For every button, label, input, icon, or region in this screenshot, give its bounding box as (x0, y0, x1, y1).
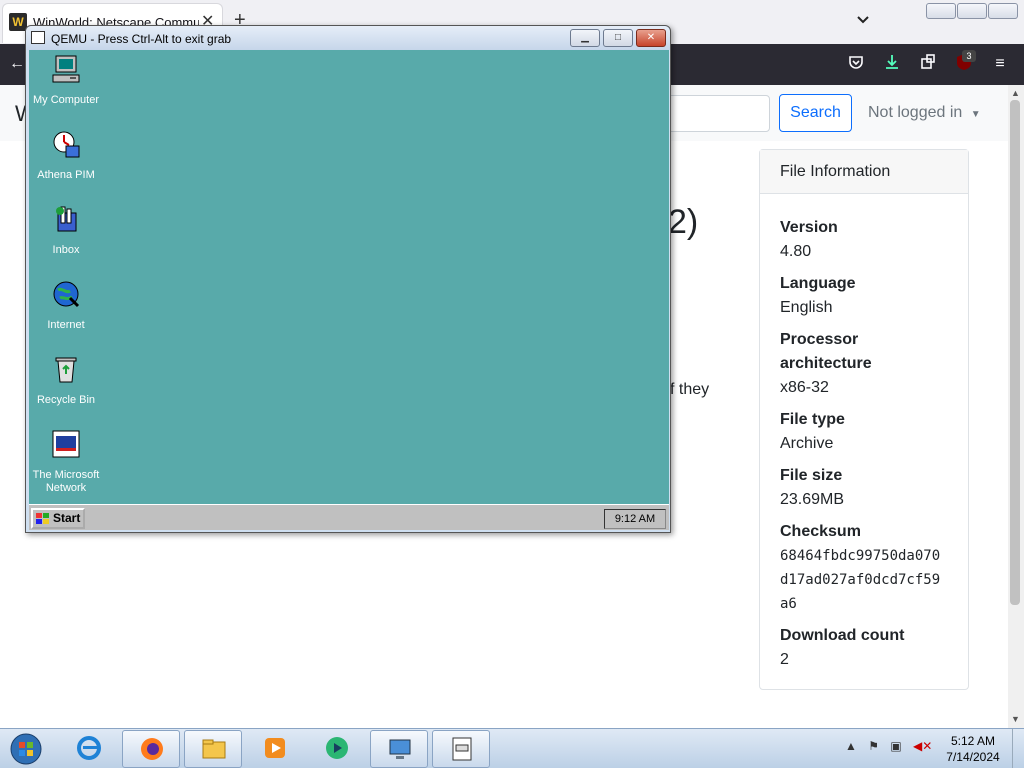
scroll-down-icon[interactable]: ▼ (1011, 714, 1020, 724)
app-icon (326, 737, 348, 759)
qemu-title: QEMU - Press Ctrl-Alt to exit grab (51, 32, 232, 46)
login-dropdown[interactable]: Not logged in ▼ (868, 104, 981, 122)
language-value: English (780, 299, 833, 316)
extensions-icon[interactable] (917, 53, 939, 75)
desktop-icon-label: Athena PIM (37, 169, 95, 181)
taskbar-qemu[interactable] (432, 730, 490, 768)
athena-pim-icon (53, 131, 80, 158)
firefox-icon (141, 738, 163, 760)
inbox-icon (56, 206, 77, 232)
scroll-up-icon[interactable]: ▲ (1011, 88, 1020, 98)
remote-desktop-icon (389, 739, 411, 759)
download-count-value: 2 (780, 651, 789, 668)
taskbar-firefox[interactable] (122, 730, 180, 768)
language-label: Language (780, 275, 856, 292)
card-body: Version 4.80 Language English Processor … (760, 194, 968, 672)
card-header: File Information (760, 150, 968, 194)
extension-badge: 3 (962, 50, 976, 62)
desktop-icon-label: The Microsoft Network (32, 469, 100, 494)
qemu-close-button[interactable]: ✕ (636, 29, 666, 47)
qemu-window-icon (31, 31, 45, 44)
internet-explorer-icon (77, 736, 101, 760)
network-icon[interactable]: ▣ (890, 739, 901, 753)
file-size-value: 23.69MB (780, 491, 845, 508)
internet-icon (53, 281, 80, 308)
show-desktop-button[interactable] (1012, 729, 1024, 768)
desktop-icon-inbox[interactable]: Inbox (30, 203, 102, 257)
download-icon[interactable] (881, 53, 903, 75)
qemu-window[interactable]: QEMU - Press Ctrl-Alt to exit grab ▁ □ ✕… (25, 25, 671, 533)
win95-desktop[interactable]: My Computer Athena PIM Inbox Internet Re… (29, 50, 669, 530)
file-size-label: File size (780, 467, 843, 484)
clock-date: 7/14/2024 (946, 750, 1000, 764)
download-count-label: Download count (780, 627, 905, 644)
windows-flag-icon (36, 513, 49, 524)
desktop-icon-label: My Computer (32, 94, 100, 106)
desktop-icon-msn[interactable]: The Microsoft Network (30, 428, 102, 495)
login-status: Not logged in (868, 104, 963, 121)
win95-start-button[interactable]: Start (31, 508, 85, 529)
chevron-down-icon[interactable] (855, 12, 871, 28)
windows7-taskbar: ▲ ⚑ ▣ ◀✕ 5:12 AM 7/14/2024 (0, 728, 1024, 768)
version-label: Version (780, 219, 838, 236)
scrollbar-thumb[interactable] (1010, 100, 1020, 605)
win95-taskbar: Start 9:12 AM (29, 504, 669, 530)
version-value: 4.80 (780, 243, 812, 260)
system-tray: ▲ ⚑ ▣ ◀✕ (845, 739, 932, 753)
taskbar-remote-desktop[interactable] (370, 730, 428, 768)
windows-start-orb-icon[interactable] (4, 731, 48, 767)
architecture-value: x86-32 (780, 379, 829, 396)
search-button[interactable]: Search (779, 94, 852, 132)
qemu-minimize-button[interactable]: ▁ (570, 29, 600, 47)
show-hidden-icons-icon[interactable]: ▲ (845, 739, 857, 753)
qemu-icon (452, 737, 472, 761)
start-label: Start (53, 511, 81, 525)
qemu-titlebar[interactable]: QEMU - Press Ctrl-Alt to exit grab ▁ □ ✕ (26, 26, 670, 50)
file-explorer-icon (202, 739, 226, 759)
pocket-icon[interactable] (845, 53, 867, 75)
file-information-card: File Information Version 4.80 Language E… (759, 149, 969, 690)
win95-clock: 9:12 AM (604, 509, 666, 529)
desktop-icon-recycle-bin[interactable]: Recycle Bin (30, 353, 102, 407)
architecture-label: Processor architecture (780, 331, 872, 372)
volume-muted-icon[interactable]: ◀✕ (913, 739, 932, 753)
caret-down-icon: ▼ (970, 109, 981, 120)
description-text: f they (670, 381, 710, 398)
desktop-icon-my-computer[interactable]: My Computer (30, 53, 102, 107)
taskbar-media-player[interactable] (246, 730, 304, 768)
restore-window-button[interactable] (957, 3, 987, 19)
page-title: 2) (668, 203, 699, 241)
file-type-label: File type (780, 411, 845, 428)
my-computer-icon (52, 55, 80, 83)
checksum-label: Checksum (780, 523, 861, 540)
close-window-button[interactable] (988, 3, 1018, 19)
taskbar-internet-explorer[interactable] (60, 730, 118, 768)
qemu-maximize-button[interactable]: □ (603, 29, 633, 47)
taskbar-app[interactable] (308, 730, 366, 768)
desktop-icon-label: Internet (47, 319, 85, 331)
action-center-flag-icon[interactable]: ⚑ (868, 739, 879, 753)
clock-time: 5:12 AM (950, 734, 996, 748)
menu-icon[interactable]: ≡ (989, 53, 1011, 75)
media-player-icon (265, 738, 285, 758)
taskbar-file-explorer[interactable] (184, 730, 242, 768)
desktop-icon-label: Recycle Bin (36, 394, 96, 406)
desktop-icon-label: Inbox (52, 244, 80, 256)
system-clock[interactable]: 5:12 AM 7/14/2024 (940, 733, 1006, 765)
desktop-icon-athena-pim[interactable]: Athena PIM (30, 128, 102, 182)
desktop-icon-internet[interactable]: Internet (30, 278, 102, 332)
checksum-value: 68464fbdc99750da070d17ad027af0dcd7cf59a6 (780, 548, 941, 612)
file-type-value: Archive (780, 435, 834, 452)
minimize-window-button[interactable] (926, 3, 956, 19)
recycle-bin-icon (55, 357, 77, 383)
msn-icon (52, 430, 80, 458)
